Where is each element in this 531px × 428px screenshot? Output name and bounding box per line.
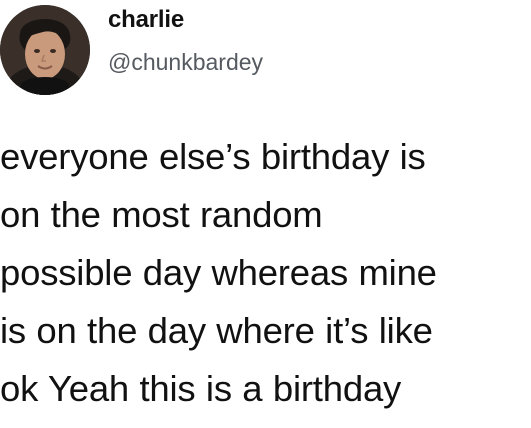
tweet-text-line: possible day whereas mine <box>0 252 437 293</box>
author-name[interactable]: charlie <box>108 6 184 34</box>
author-handle[interactable]: @chunkbardey <box>108 48 263 76</box>
tweet-text-line: ok Yeah this is a birthday <box>0 368 402 409</box>
tweet-text-line: everyone else’s birthday is <box>0 136 426 177</box>
tweet-text-line: on the most random <box>0 194 323 235</box>
profile-photo-icon <box>0 5 90 95</box>
avatar[interactable] <box>0 5 90 95</box>
tweet-text: everyone else’s birthday is on the most … <box>0 128 531 418</box>
tweet-header: charlie @chunkbardey <box>0 0 531 104</box>
tweet-card: charlie @chunkbardey everyone else’s bir… <box>0 0 531 428</box>
tweet-text-line: is on the day where it’s like <box>0 310 433 351</box>
